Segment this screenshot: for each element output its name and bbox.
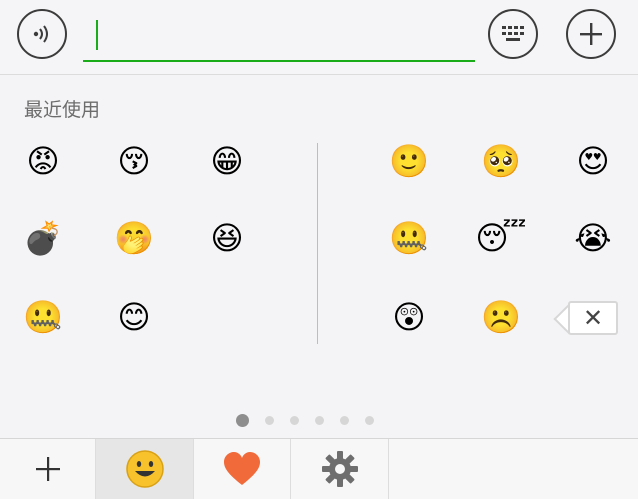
page-dot[interactable]: [265, 416, 274, 425]
message-input[interactable]: [83, 16, 475, 62]
settings-icon: [321, 451, 358, 487]
text-caret: [96, 20, 98, 50]
voice-input-button[interactable]: [17, 9, 67, 59]
tab-favorites[interactable]: [194, 439, 291, 499]
emoji-button[interactable]: 💣: [21, 216, 65, 260]
emoji-button[interactable]: 🙂: [387, 139, 431, 183]
emoji-button[interactable]: 🤐: [21, 295, 65, 339]
emoji-button[interactable]: 🤭: [112, 216, 156, 260]
emoji-button[interactable]: 😚: [112, 139, 156, 183]
keyboard-icon: [502, 26, 524, 41]
plus-icon: [580, 23, 602, 45]
emoji-button[interactable]: 😭: [571, 216, 615, 260]
voice-icon: [33, 25, 48, 43]
emoji-button[interactable]: 😍: [571, 139, 615, 183]
emoji-button[interactable]: 🤐: [387, 216, 431, 260]
emoji-button[interactable]: 😴: [475, 216, 526, 260]
keyboard-toggle-button[interactable]: [488, 9, 538, 59]
backspace-icon: ✕: [582, 304, 604, 332]
emoji-button[interactable]: 😡: [21, 139, 65, 183]
page-dot[interactable]: [290, 416, 299, 425]
page-indicator: [236, 414, 374, 427]
page-dot[interactable]: [236, 414, 249, 427]
panel-divider: [317, 143, 318, 344]
emoji-button[interactable]: 🥺: [479, 139, 523, 183]
tab-settings[interactable]: [291, 439, 389, 499]
emoji-button[interactable]: 😊: [112, 295, 156, 339]
add-icon: [35, 457, 60, 481]
input-toolbar: [0, 0, 638, 75]
tab-emoji[interactable]: [96, 439, 194, 499]
emoji-button[interactable]: 😲: [387, 295, 431, 339]
more-options-button[interactable]: [566, 9, 616, 59]
emoji-button[interactable]: 😁: [205, 139, 249, 183]
emoji-category-bar: [0, 438, 638, 499]
backspace-button[interactable]: ✕: [568, 301, 618, 335]
tab-add-sticker[interactable]: [0, 439, 96, 499]
emoji-button[interactable]: ☹️: [479, 295, 523, 339]
page-dot[interactable]: [365, 416, 374, 425]
recent-section-label: 最近使用: [24, 99, 101, 121]
emoji-button[interactable]: 😆: [205, 216, 249, 260]
page-dot[interactable]: [315, 416, 324, 425]
emoji-icon: [125, 450, 164, 488]
heart-icon: [224, 452, 260, 485]
page-dot[interactable]: [340, 416, 349, 425]
